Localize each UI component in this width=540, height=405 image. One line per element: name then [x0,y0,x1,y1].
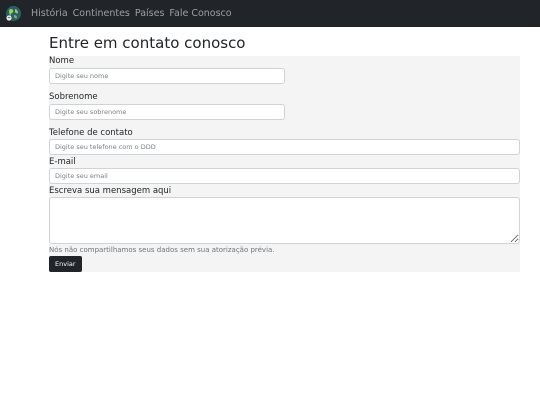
mensagem-textarea[interactable] [49,197,520,244]
top-navbar: História Continentes Países Fale Conosco [0,0,540,27]
privacy-help-text: Nós não compartilhamos seus dados sem su… [49,246,275,254]
main-container: Entre em contato conosco Nome Sobrenome … [49,27,520,272]
page-title: Entre em contato conosco [49,34,246,52]
email-label: E-mail [49,157,76,167]
email-input[interactable] [49,168,520,184]
sobrenome-label: Sobrenome [49,92,98,102]
nav-link-paises[interactable]: Países [135,8,165,19]
sobrenome-input[interactable] [49,104,285,120]
nome-input[interactable] [49,68,285,84]
nav-link-fale-conosco[interactable]: Fale Conosco [169,8,231,19]
mensagem-label: Escreva sua mensagem aqui [49,186,172,196]
telefone-label: Telefone de contato [49,128,133,138]
nav-link-historia[interactable]: História [31,8,68,19]
enviar-button[interactable]: Enviar [49,256,82,272]
nome-label: Nome [49,56,75,66]
globe-icon[interactable] [5,5,22,22]
nav-link-continentes[interactable]: Continentes [73,8,130,19]
telefone-input[interactable] [49,139,520,155]
contact-form: Nome Sobrenome Telefone de contato E-mai… [49,56,520,272]
